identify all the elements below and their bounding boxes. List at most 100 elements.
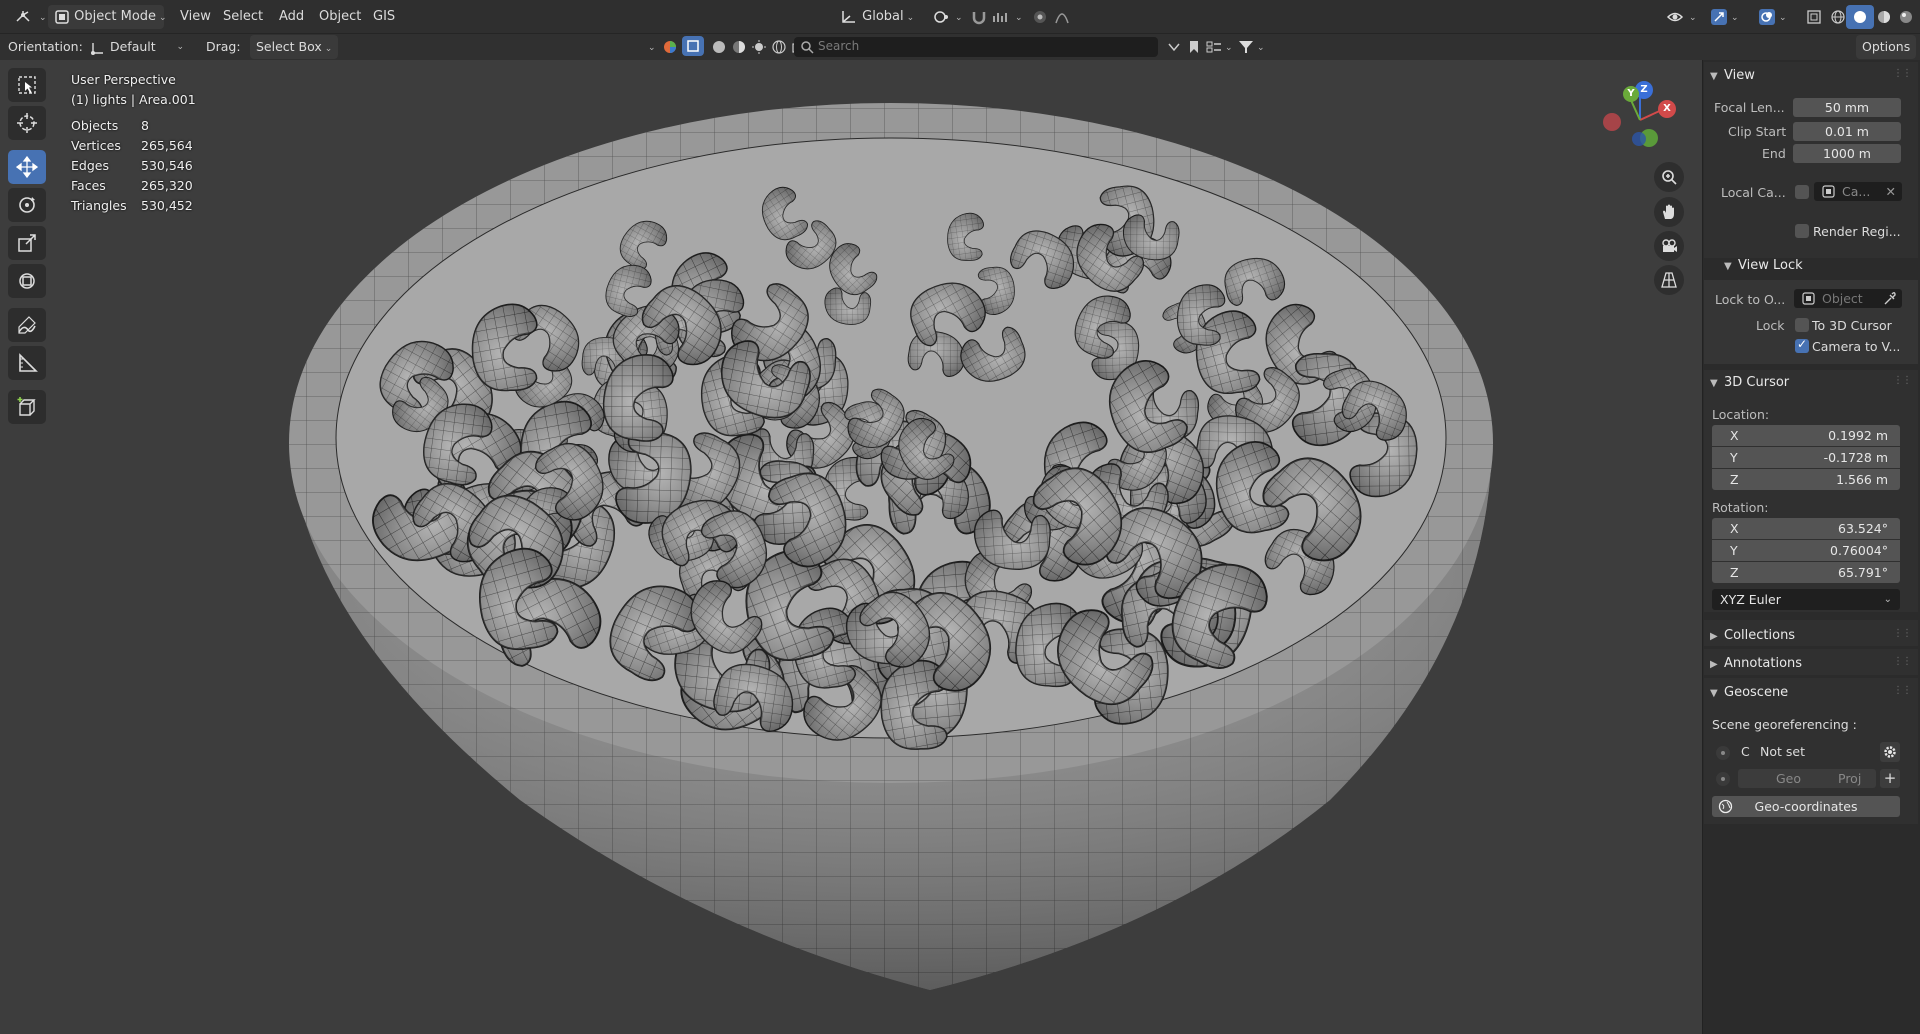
add-crs-button[interactable]: + <box>1880 769 1900 788</box>
rotation-z-field[interactable]: Z 65.791° <box>1712 562 1900 583</box>
menu-object[interactable]: Object <box>313 5 367 29</box>
measure-ruler-icon <box>19 353 38 372</box>
mode-dropdown[interactable]: Object Mode ⌄ <box>48 5 167 29</box>
local-camera-checkbox[interactable] <box>1795 185 1809 199</box>
view-name: User Perspective <box>71 72 176 87</box>
lock-to-3d-cursor-checkbox[interactable] <box>1795 318 1809 332</box>
lock-to-object-label: Lock to O... <box>1715 292 1786 307</box>
tool-measure[interactable] <box>8 346 46 380</box>
stat-row-objects: Objects 8 <box>71 118 149 133</box>
tool-cursor[interactable] <box>8 106 46 140</box>
lock-to-object-placeholder: Object <box>1822 291 1863 306</box>
proj-button[interactable]: Proj <box>1838 769 1861 788</box>
overlays-icon <box>1759 8 1775 25</box>
focal-length-field[interactable]: 50 mm <box>1793 98 1901 117</box>
view-panel-header[interactable]: ▼ View <box>1710 68 1755 83</box>
drag-handle-icon[interactable]: ⋮⋮ <box>1893 628 1912 639</box>
menu-gis[interactable]: GIS <box>367 5 401 29</box>
perspective-toggle-button[interactable] <box>1654 265 1684 295</box>
shading-rendered-button[interactable] <box>1892 5 1920 29</box>
object-type-filter-dropdown[interactable]: ⌄ <box>642 35 684 59</box>
tool-add-cube[interactable] <box>8 390 46 424</box>
lock-to-object-field[interactable]: Object <box>1794 289 1902 308</box>
tool-select-box[interactable] <box>8 68 46 102</box>
search-field[interactable]: Search <box>794 37 1158 57</box>
location-y-field[interactable]: Y -0.1728 m <box>1712 447 1900 468</box>
rendered-shading-icon <box>1900 10 1912 23</box>
clip-end-field[interactable]: 1000 m <box>1793 144 1901 163</box>
clip-start-field[interactable]: 0.01 m <box>1793 122 1901 141</box>
active-object-info: (1) lights | Area.001 <box>71 92 196 107</box>
lock-label: Lock <box>1756 318 1785 333</box>
location-x-field[interactable]: X 0.1992 m <box>1712 425 1900 446</box>
menu-select[interactable]: Select <box>217 5 269 29</box>
object-icon <box>1822 185 1835 198</box>
rotation-y-field[interactable]: Y 0.76004° <box>1712 540 1900 561</box>
pivot-point-dropdown[interactable]: ⌄ <box>926 5 969 29</box>
collections-header[interactable]: ▶ Collections <box>1710 628 1795 643</box>
tool-annotate[interactable] <box>8 308 46 342</box>
search-placeholder: Search <box>818 39 860 53</box>
tool-scale[interactable] <box>8 226 46 260</box>
3d-viewport-editor-icon <box>16 10 30 22</box>
render-region-checkbox[interactable] <box>1795 224 1809 238</box>
cursor-tool-icon <box>17 113 37 133</box>
gizmo-neg-x-axis[interactable] <box>1603 113 1621 131</box>
orientation-dropdown[interactable]: Default ⌄ <box>84 35 190 59</box>
eyedropper-icon[interactable] <box>1883 292 1896 305</box>
geo-button[interactable]: Geo <box>1776 769 1801 788</box>
location-z-field[interactable]: Z 1.566 m <box>1712 469 1900 490</box>
3d-viewport[interactable]: User Perspective (1) lights | Area.001 O… <box>0 60 1920 1034</box>
camera-to-view-checkbox[interactable] <box>1795 337 1809 353</box>
crs-settings-button[interactable] <box>1880 742 1900 762</box>
gizmo-neg-z-axis[interactable] <box>1632 132 1646 146</box>
drag-value: Select Box <box>256 39 322 54</box>
options-dropdown[interactable]: Options <box>1856 35 1917 59</box>
geo-coordinates-button[interactable]: Geo-coordinates <box>1712 796 1900 817</box>
camera-view-button[interactable] <box>1654 231 1684 261</box>
drag-handle-icon[interactable]: ⋮⋮ <box>1893 375 1912 386</box>
falloff-dropdown[interactable] <box>1048 5 1080 29</box>
editor-type-button[interactable]: ⌄ <box>8 5 53 29</box>
geoscene-header[interactable]: ▼ Geoscene <box>1710 685 1788 700</box>
rotation-mode-value: XYZ Euler <box>1720 592 1781 607</box>
navigation-gizmo[interactable]: Z X Y <box>1596 78 1678 160</box>
proportional-editing-icon <box>1034 10 1046 23</box>
visibility-dropdown[interactable]: ⌄ <box>1660 5 1703 29</box>
view-lock-header[interactable]: ▼ View Lock <box>1724 258 1803 273</box>
pan-button[interactable] <box>1654 197 1684 227</box>
drag-handle-icon[interactable]: ⋮⋮ <box>1893 685 1912 696</box>
gizmo-x-axis[interactable]: X <box>1658 100 1676 118</box>
drag-handle-icon[interactable]: ⋮⋮ <box>1893 656 1912 667</box>
menu-add[interactable]: Add <box>273 5 310 29</box>
snap-target-dropdown[interactable]: ⌄ <box>986 5 1029 29</box>
geo-status-dot-icon <box>1716 772 1730 786</box>
rotation-x-field[interactable]: X 63.524° <box>1712 518 1900 539</box>
transform-orientation-dropdown[interactable]: Global ⌄ <box>834 5 920 29</box>
drag-dropdown[interactable]: Select Box ⌄ <box>250 35 339 59</box>
overlays-toggle[interactable]: ⌄ <box>1752 5 1793 29</box>
orientation-value: Default <box>109 39 156 54</box>
mode-label: Object Mode <box>74 9 157 24</box>
tool-transform[interactable] <box>8 264 46 298</box>
orientation-label: Global <box>862 9 904 24</box>
tool-rotate[interactable] <box>8 188 46 222</box>
orientation-default-icon <box>91 42 103 55</box>
clear-icon[interactable]: ✕ <box>1886 182 1896 201</box>
filter-dropdown[interactable]: ⌄ <box>1232 35 1271 59</box>
select-box-mode-button[interactable] <box>682 36 704 56</box>
toolbar-left <box>8 68 50 428</box>
bowl-of-cashews-render <box>289 103 1493 990</box>
zoom-button[interactable] <box>1654 162 1684 192</box>
drag-handle-icon[interactable]: ⋮⋮ <box>1893 68 1912 79</box>
menu-view[interactable]: View <box>174 5 217 29</box>
3d-cursor-header[interactable]: ▼ 3D Cursor <box>1710 375 1789 390</box>
annotations-header[interactable]: ▶ Annotations <box>1710 656 1802 671</box>
solid-shading-icon <box>1854 10 1866 23</box>
tool-move[interactable] <box>8 150 46 184</box>
gizmo-toggle[interactable]: ⌄ <box>1704 5 1745 29</box>
gizmo-y-axis[interactable]: Y <box>1623 86 1639 102</box>
rotation-mode-dropdown[interactable]: XYZ Euler ⌄ <box>1712 589 1900 610</box>
local-camera-field[interactable]: Ca... ✕ <box>1814 182 1902 201</box>
object-mode-icon <box>55 9 69 24</box>
